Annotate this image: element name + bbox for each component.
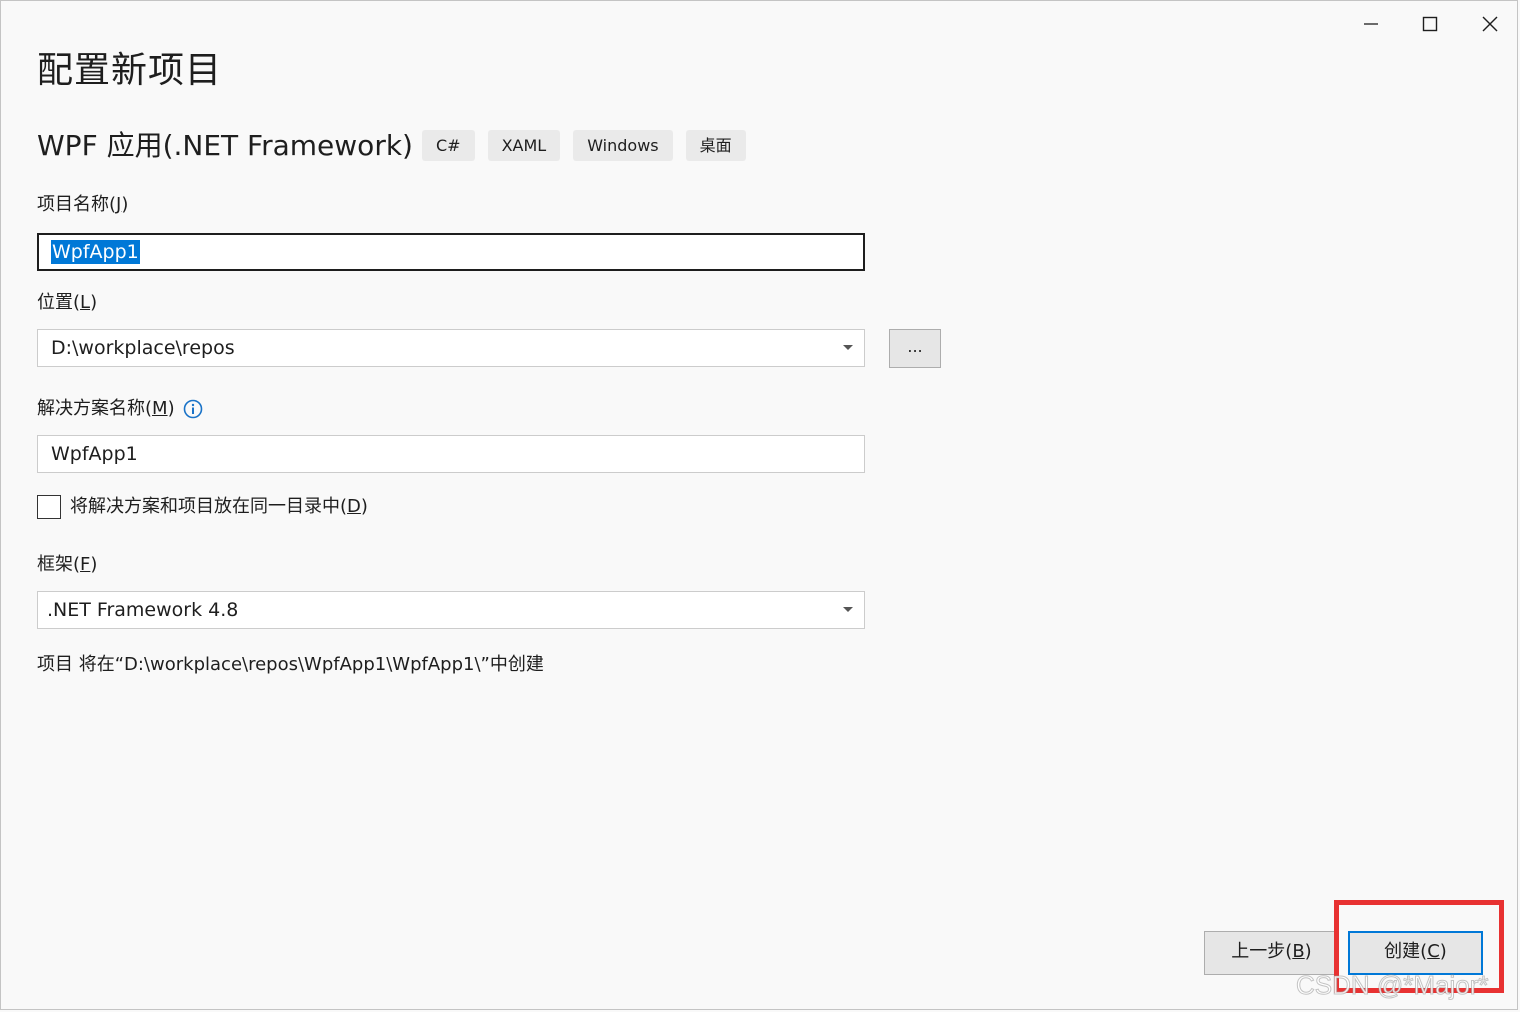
framework-combobox[interactable]: .NET Framework 4.8 <box>37 591 865 629</box>
close-icon <box>1482 16 1498 32</box>
tag-xaml: XAML <box>487 130 561 161</box>
close-button[interactable] <box>1465 4 1515 44</box>
minimize-button[interactable] <box>1346 4 1396 44</box>
location-label: 位置(L) <box>37 292 98 313</box>
same-directory-checkbox[interactable] <box>37 495 61 519</box>
solution-name-value: WpfApp1 <box>51 443 138 465</box>
info-icon[interactable] <box>183 399 203 419</box>
template-name: WPF 应用(.NET Framework) <box>37 129 413 162</box>
tag-csharp: C# <box>422 130 475 161</box>
chevron-down-icon[interactable] <box>838 592 858 628</box>
template-tags: C# XAML Windows 桌面 <box>422 130 746 161</box>
framework-value: .NET Framework 4.8 <box>47 599 239 621</box>
same-directory-label[interactable]: 将解决方案和项目放在同一目录中(D) <box>70 494 368 520</box>
browse-button[interactable]: ... <box>889 329 941 368</box>
tag-windows: Windows <box>573 130 673 161</box>
chevron-down-icon[interactable] <box>838 330 858 366</box>
maximize-button[interactable] <box>1405 4 1455 44</box>
solution-name-input[interactable]: WpfApp1 <box>37 435 865 473</box>
solution-name-label: 解决方案名称(M) <box>37 398 175 419</box>
project-name-input[interactable]: WpfApp1 <box>37 233 865 271</box>
framework-label: 框架(F) <box>37 554 98 575</box>
project-path-info: 项目 将在“D:\workplace\repos\WpfApp1\WpfApp1… <box>37 654 544 675</box>
maximize-icon <box>1422 16 1438 32</box>
location-combobox[interactable]: D:\workplace\repos <box>37 329 865 367</box>
tag-desktop: 桌面 <box>685 130 746 161</box>
page-title: 配置新项目 <box>37 50 223 91</box>
project-name-value: WpfApp1 <box>51 240 140 264</box>
minimize-icon <box>1364 23 1378 25</box>
location-value: D:\workplace\repos <box>51 337 235 359</box>
project-name-label: 项目名称(J) <box>37 194 129 215</box>
watermark: CSDN @*Major* <box>1296 970 1490 1001</box>
